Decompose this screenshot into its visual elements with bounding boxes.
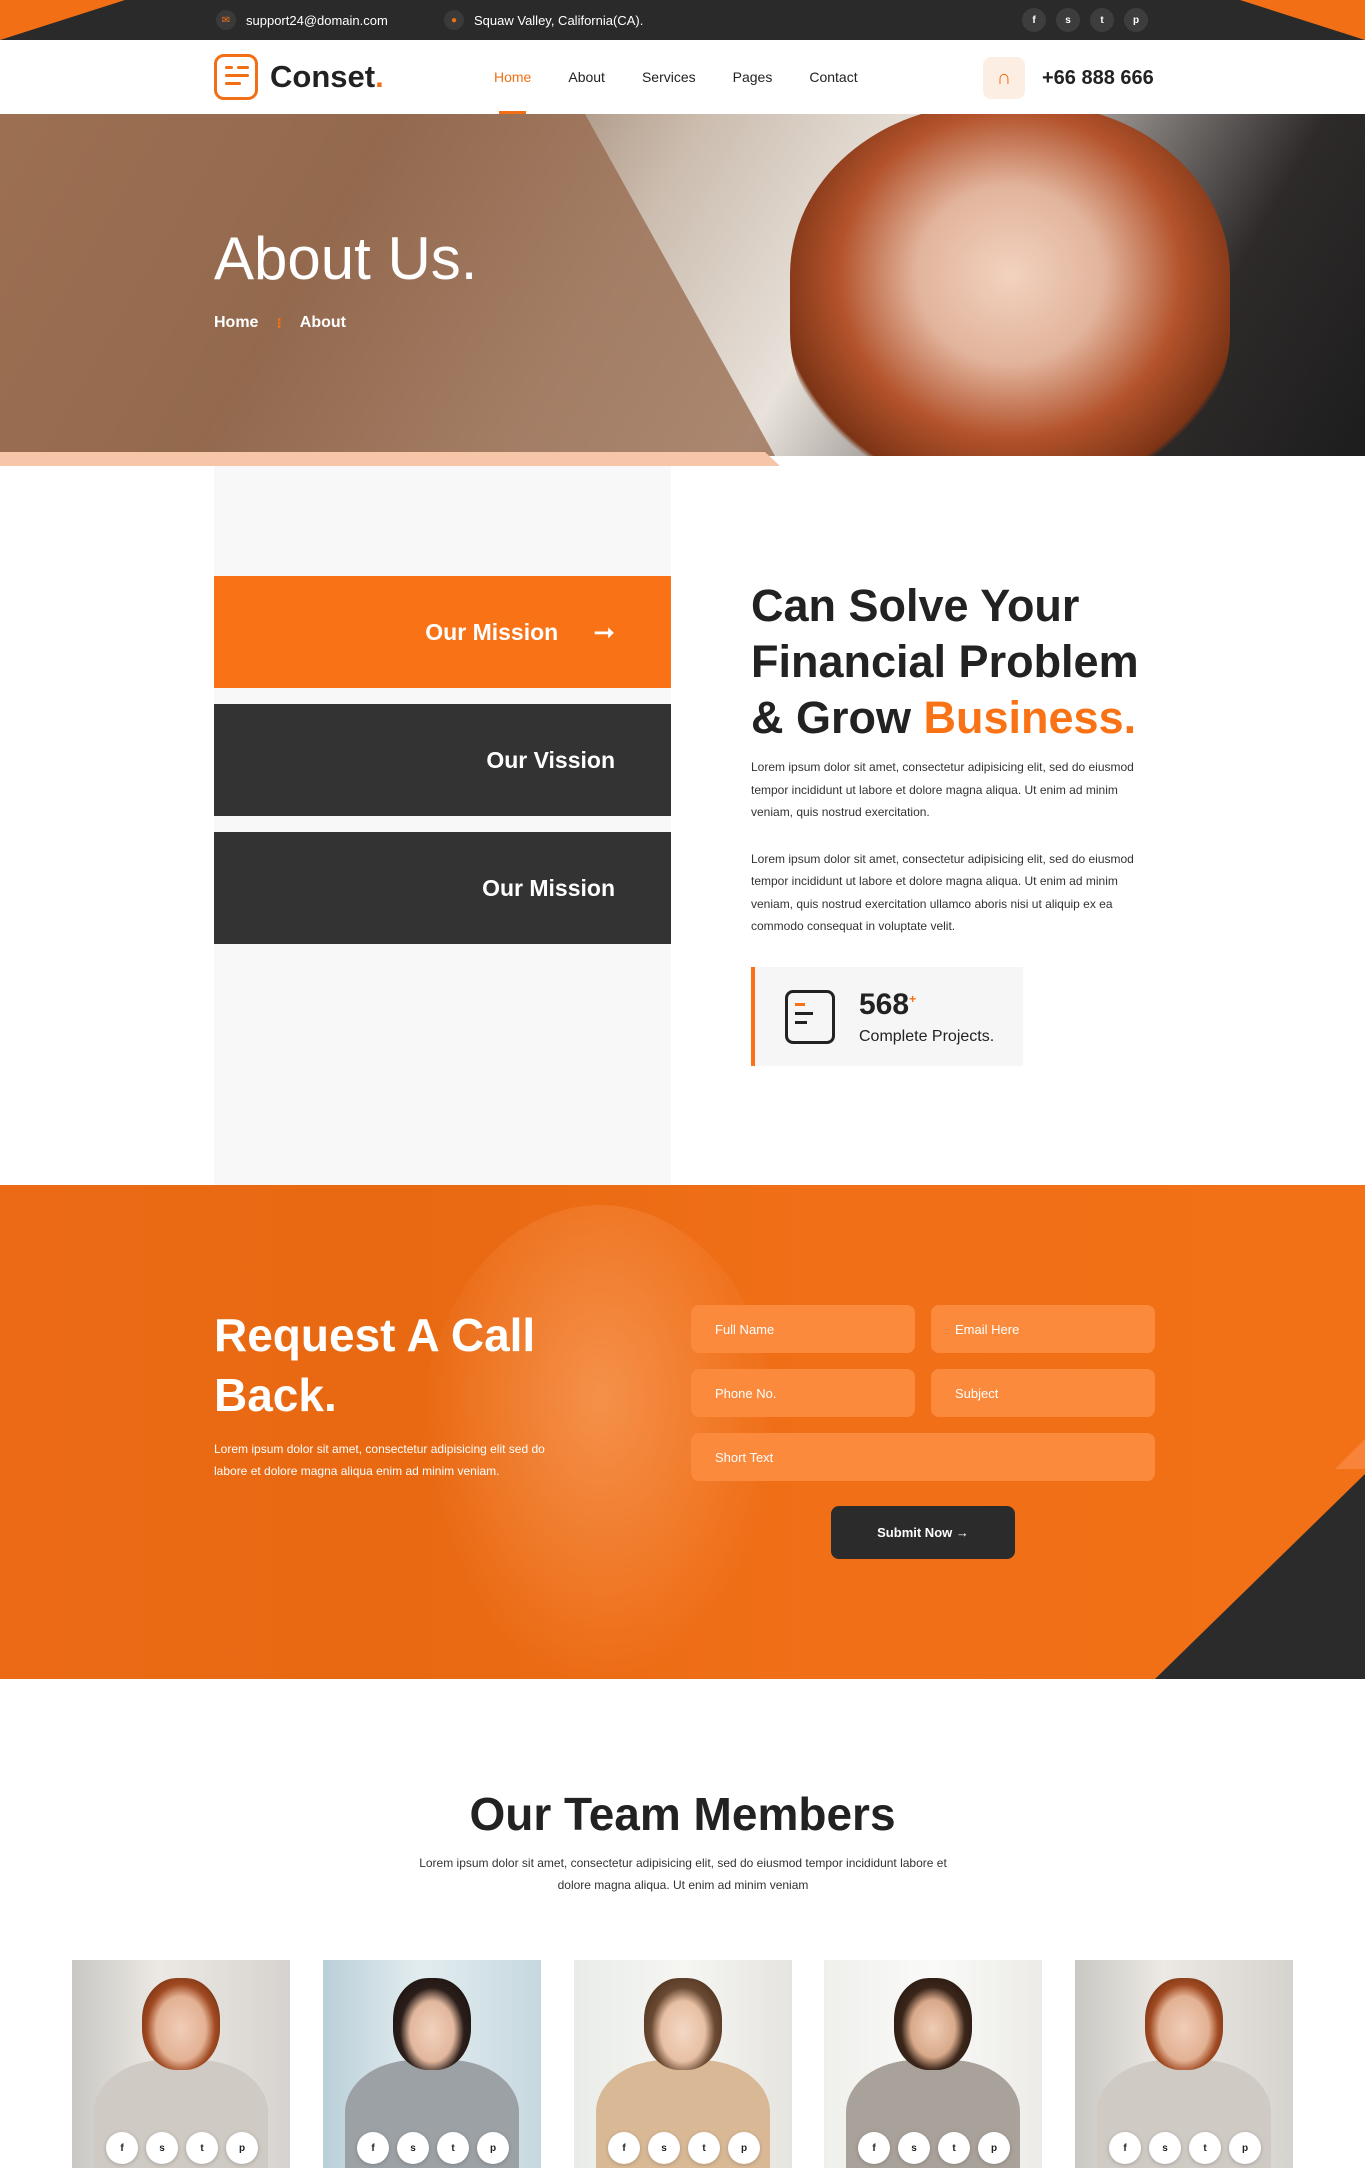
team-card[interactable]: f s t p bbox=[323, 1960, 541, 2168]
team-social-links: f s t p bbox=[106, 2132, 258, 2164]
breadcrumb: Home ⁝ About bbox=[214, 314, 346, 332]
stat-number: 568+ bbox=[859, 987, 917, 1021]
pinterest-icon[interactable]: p bbox=[978, 2132, 1010, 2164]
location-pin-icon: ● bbox=[444, 10, 464, 30]
nav-contact[interactable]: Contact bbox=[809, 40, 857, 114]
breadcrumb-separator: ⁝ bbox=[276, 314, 282, 331]
facebook-icon[interactable]: f bbox=[1022, 8, 1046, 32]
team-social-links: f s t p bbox=[858, 2132, 1010, 2164]
tab-our-mission[interactable]: Our Mission ➞ bbox=[214, 576, 671, 688]
tab-our-vission[interactable]: Our Vission bbox=[214, 704, 671, 816]
pinterest-icon[interactable]: p bbox=[226, 2132, 258, 2164]
topbar-location-text: Squaw Valley, California(CA). bbox=[474, 12, 644, 28]
callback-description: Lorem ipsum dolor sit amet, consectetur … bbox=[214, 1442, 545, 1478]
twitter-icon[interactable]: t bbox=[938, 2132, 970, 2164]
topbar-social-links: f s t p bbox=[1022, 8, 1148, 32]
team-title: Our Team Members bbox=[469, 1788, 896, 1840]
facebook-icon[interactable]: f bbox=[106, 2132, 138, 2164]
top-bar: ✉ support24@domain.com ● Squaw Valley, C… bbox=[0, 0, 1365, 40]
submit-button[interactable]: Submit Now → bbox=[831, 1506, 1015, 1559]
mail-icon: ✉ bbox=[216, 10, 236, 30]
nav-about[interactable]: About bbox=[568, 40, 605, 114]
topbar-email-text: support24@domain.com bbox=[246, 12, 388, 28]
tab-our-mission-2[interactable]: Our Mission bbox=[214, 832, 671, 944]
page-title: About Us. bbox=[214, 225, 478, 292]
tab-label: Our Mission bbox=[425, 618, 559, 645]
hero-accent-stripe bbox=[0, 452, 780, 466]
skype-icon[interactable]: s bbox=[146, 2132, 178, 2164]
skype-icon[interactable]: s bbox=[1056, 8, 1080, 32]
breadcrumb-current: About bbox=[299, 314, 346, 331]
headset-icon: ∩ bbox=[983, 57, 1025, 99]
pinterest-icon[interactable]: p bbox=[1124, 8, 1148, 32]
header-phone-number: +66 888 666 bbox=[1042, 66, 1154, 89]
tab-label: Our Mission bbox=[482, 874, 615, 901]
short-text-field[interactable]: Short Text bbox=[691, 1433, 1155, 1481]
team-social-links: f s t p bbox=[1109, 2132, 1261, 2164]
logo[interactable]: Conset. bbox=[214, 54, 384, 100]
skype-icon[interactable]: s bbox=[898, 2132, 930, 2164]
email-field[interactable]: Email Here bbox=[931, 1305, 1155, 1353]
nav-services[interactable]: Services bbox=[642, 40, 696, 114]
nav-pages[interactable]: Pages bbox=[733, 40, 773, 114]
twitter-icon[interactable]: t bbox=[688, 2132, 720, 2164]
tab-label: Our Vission bbox=[486, 746, 615, 773]
facebook-icon[interactable]: f bbox=[858, 2132, 890, 2164]
header-phone[interactable]: ∩ +66 888 666 bbox=[983, 57, 1154, 99]
logo-icon bbox=[214, 54, 258, 100]
callback-corner-accent bbox=[1155, 1474, 1365, 1679]
hero-photo bbox=[790, 114, 1230, 456]
nav-home[interactable]: Home bbox=[494, 40, 531, 114]
facebook-icon[interactable]: f bbox=[608, 2132, 640, 2164]
full-name-field[interactable]: Full Name bbox=[691, 1305, 915, 1353]
main-nav: Home About Services Pages Contact bbox=[494, 40, 858, 114]
logo-text: Conset. bbox=[270, 59, 384, 94]
phone-field[interactable]: Phone No. bbox=[691, 1369, 915, 1417]
pinterest-icon[interactable]: p bbox=[728, 2132, 760, 2164]
team-description: Lorem ipsum dolor sit amet, consectetur … bbox=[419, 1856, 947, 1892]
team-card[interactable]: f s t p bbox=[1075, 1960, 1293, 2168]
twitter-icon[interactable]: t bbox=[437, 2132, 469, 2164]
top-bar-accent-left bbox=[0, 0, 125, 40]
topbar-location: ● Squaw Valley, California(CA). bbox=[444, 0, 643, 40]
subject-field[interactable]: Subject bbox=[931, 1369, 1155, 1417]
tabs-panel bbox=[214, 466, 671, 1186]
top-bar-accent-right bbox=[1240, 0, 1365, 40]
team-social-links: f s t p bbox=[608, 2132, 760, 2164]
about-content: Can Solve Your Financial Problem & Grow … bbox=[751, 578, 1151, 938]
twitter-icon[interactable]: t bbox=[186, 2132, 218, 2164]
skype-icon[interactable]: s bbox=[397, 2132, 429, 2164]
facebook-icon[interactable]: f bbox=[1109, 2132, 1141, 2164]
projects-stat: 568+ Complete Projects. bbox=[751, 967, 1023, 1066]
skype-icon[interactable]: s bbox=[1149, 2132, 1181, 2164]
request-callback-section: Request A Call Back. Lorem ipsum dolor s… bbox=[0, 1185, 1365, 1679]
breadcrumb-home[interactable]: Home bbox=[214, 314, 258, 332]
skype-icon[interactable]: s bbox=[648, 2132, 680, 2164]
pinterest-icon[interactable]: p bbox=[1229, 2132, 1261, 2164]
team-card[interactable]: f s t p bbox=[72, 1960, 290, 2168]
topbar-email[interactable]: ✉ support24@domain.com bbox=[216, 0, 388, 40]
about-paragraph-2: Lorem ipsum dolor sit amet, consectetur … bbox=[751, 851, 1134, 934]
site-header: Conset. Home About Services Pages Contac… bbox=[0, 40, 1365, 114]
about-heading: Can Solve Your Financial Problem & Grow … bbox=[751, 580, 1139, 743]
page-hero: About Us. Home ⁝ About bbox=[0, 114, 1365, 456]
team-social-links: f s t p bbox=[357, 2132, 509, 2164]
twitter-icon[interactable]: t bbox=[1090, 8, 1114, 32]
stat-label: Complete Projects. bbox=[859, 1027, 995, 1045]
callback-title: Request A Call Back. bbox=[214, 1309, 536, 1421]
facebook-icon[interactable]: f bbox=[357, 2132, 389, 2164]
arrow-right-icon: ➞ bbox=[593, 616, 615, 647]
team-card[interactable]: f s t p bbox=[574, 1960, 792, 2168]
twitter-icon[interactable]: t bbox=[1189, 2132, 1221, 2164]
pinterest-icon[interactable]: p bbox=[477, 2132, 509, 2164]
about-paragraph-1: Lorem ipsum dolor sit amet, consectetur … bbox=[751, 760, 1134, 819]
team-card[interactable]: f s t p bbox=[824, 1960, 1042, 2168]
project-document-icon bbox=[785, 989, 835, 1044]
